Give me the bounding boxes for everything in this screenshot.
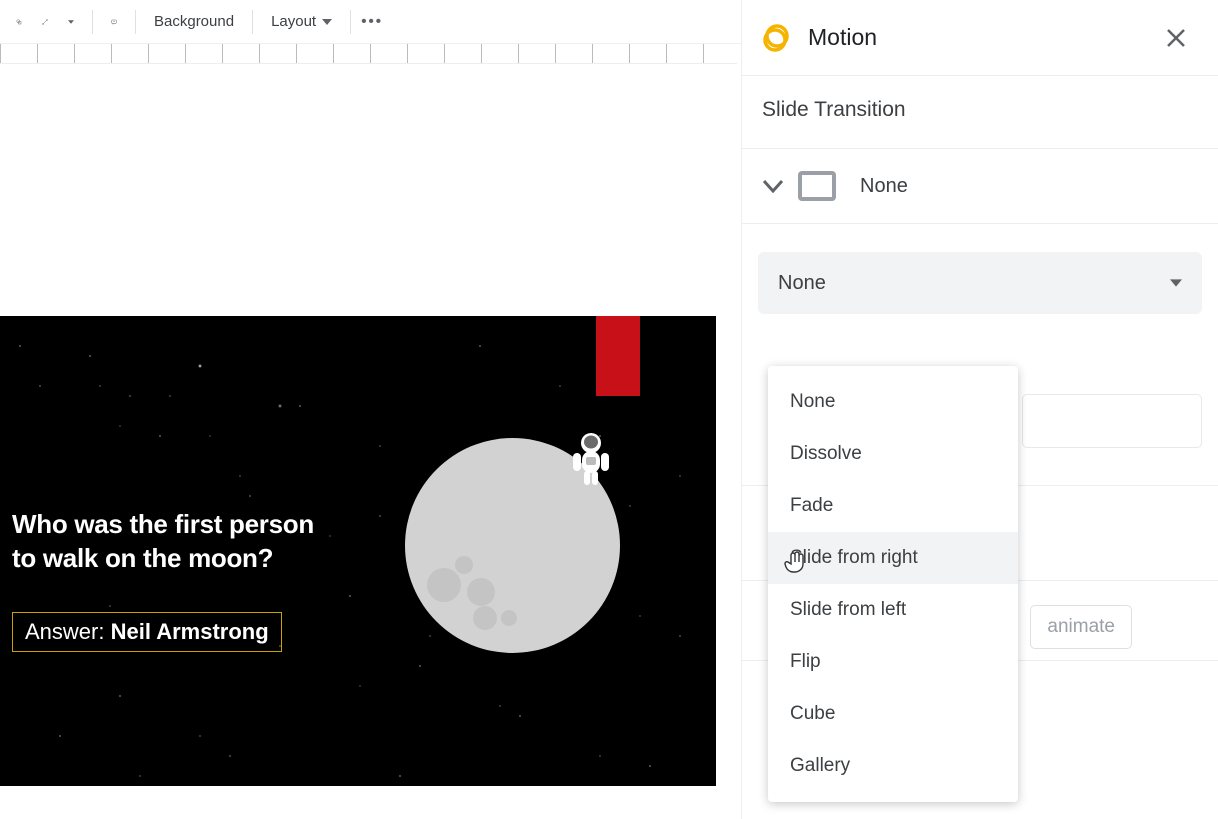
comment-icon[interactable] — [103, 11, 125, 33]
transition-dropdown[interactable]: None — [758, 252, 1202, 314]
slide-thumb-icon — [798, 171, 836, 201]
layout-label: Layout — [271, 13, 316, 30]
dropdown-option-cube[interactable]: Cube — [768, 688, 1018, 740]
separator — [252, 10, 253, 34]
astronaut-icon — [566, 431, 616, 491]
dropdown-option-dissolve[interactable]: Dissolve — [768, 428, 1018, 480]
line-tool-icon[interactable] — [34, 11, 56, 33]
dropdown-icon[interactable] — [60, 11, 82, 33]
dropdown-option-gallery[interactable]: Gallery — [768, 740, 1018, 792]
separator — [92, 10, 93, 34]
layout-button[interactable]: Layout — [263, 6, 340, 38]
motion-icon — [760, 23, 790, 53]
dropdown-option-flip[interactable]: Flip — [768, 636, 1018, 688]
hidden-control-outline — [1022, 394, 1202, 448]
canvas-area: Who was the first person to walk on the … — [0, 64, 742, 819]
sidebar-header: Motion — [742, 0, 1218, 75]
red-rectangle — [596, 316, 640, 396]
dropdown-option-slide-from-left[interactable]: Slide from left — [768, 584, 1018, 636]
separator — [135, 10, 136, 34]
current-transition-label: None — [860, 175, 908, 198]
dropdown-option-slide-from-right[interactable]: Slide from right — [768, 532, 1018, 584]
current-transition-row[interactable]: None — [742, 149, 1218, 224]
answer-box: Answer: Neil Armstrong — [12, 612, 282, 652]
dropdown-option-none[interactable]: None — [768, 376, 1018, 428]
sidebar-title: Motion — [808, 24, 1158, 51]
dropdown-option-fade[interactable]: Fade — [768, 480, 1018, 532]
animate-button[interactable]: animate — [1030, 605, 1132, 649]
dropdown-selected-label: None — [778, 272, 826, 295]
horizontal-ruler — [0, 44, 737, 64]
close-icon[interactable] — [1158, 20, 1194, 56]
separator — [350, 10, 351, 34]
slide-canvas[interactable]: Who was the first person to walk on the … — [0, 316, 716, 786]
chevron-down-icon — [1170, 279, 1182, 287]
background-button[interactable]: Background — [146, 6, 242, 38]
question-text: Who was the first person to walk on the … — [12, 508, 314, 576]
shape-tool-icon[interactable] — [8, 11, 30, 33]
slide-transition-heading: Slide Transition — [742, 76, 1218, 149]
chevron-down-icon — [762, 179, 784, 193]
motion-sidebar: Motion Slide Transition None None animat… — [741, 0, 1218, 819]
more-icon[interactable]: ••• — [361, 11, 383, 33]
transition-dropdown-menu: None Dissolve Fade Slide from right Slid… — [768, 366, 1018, 802]
